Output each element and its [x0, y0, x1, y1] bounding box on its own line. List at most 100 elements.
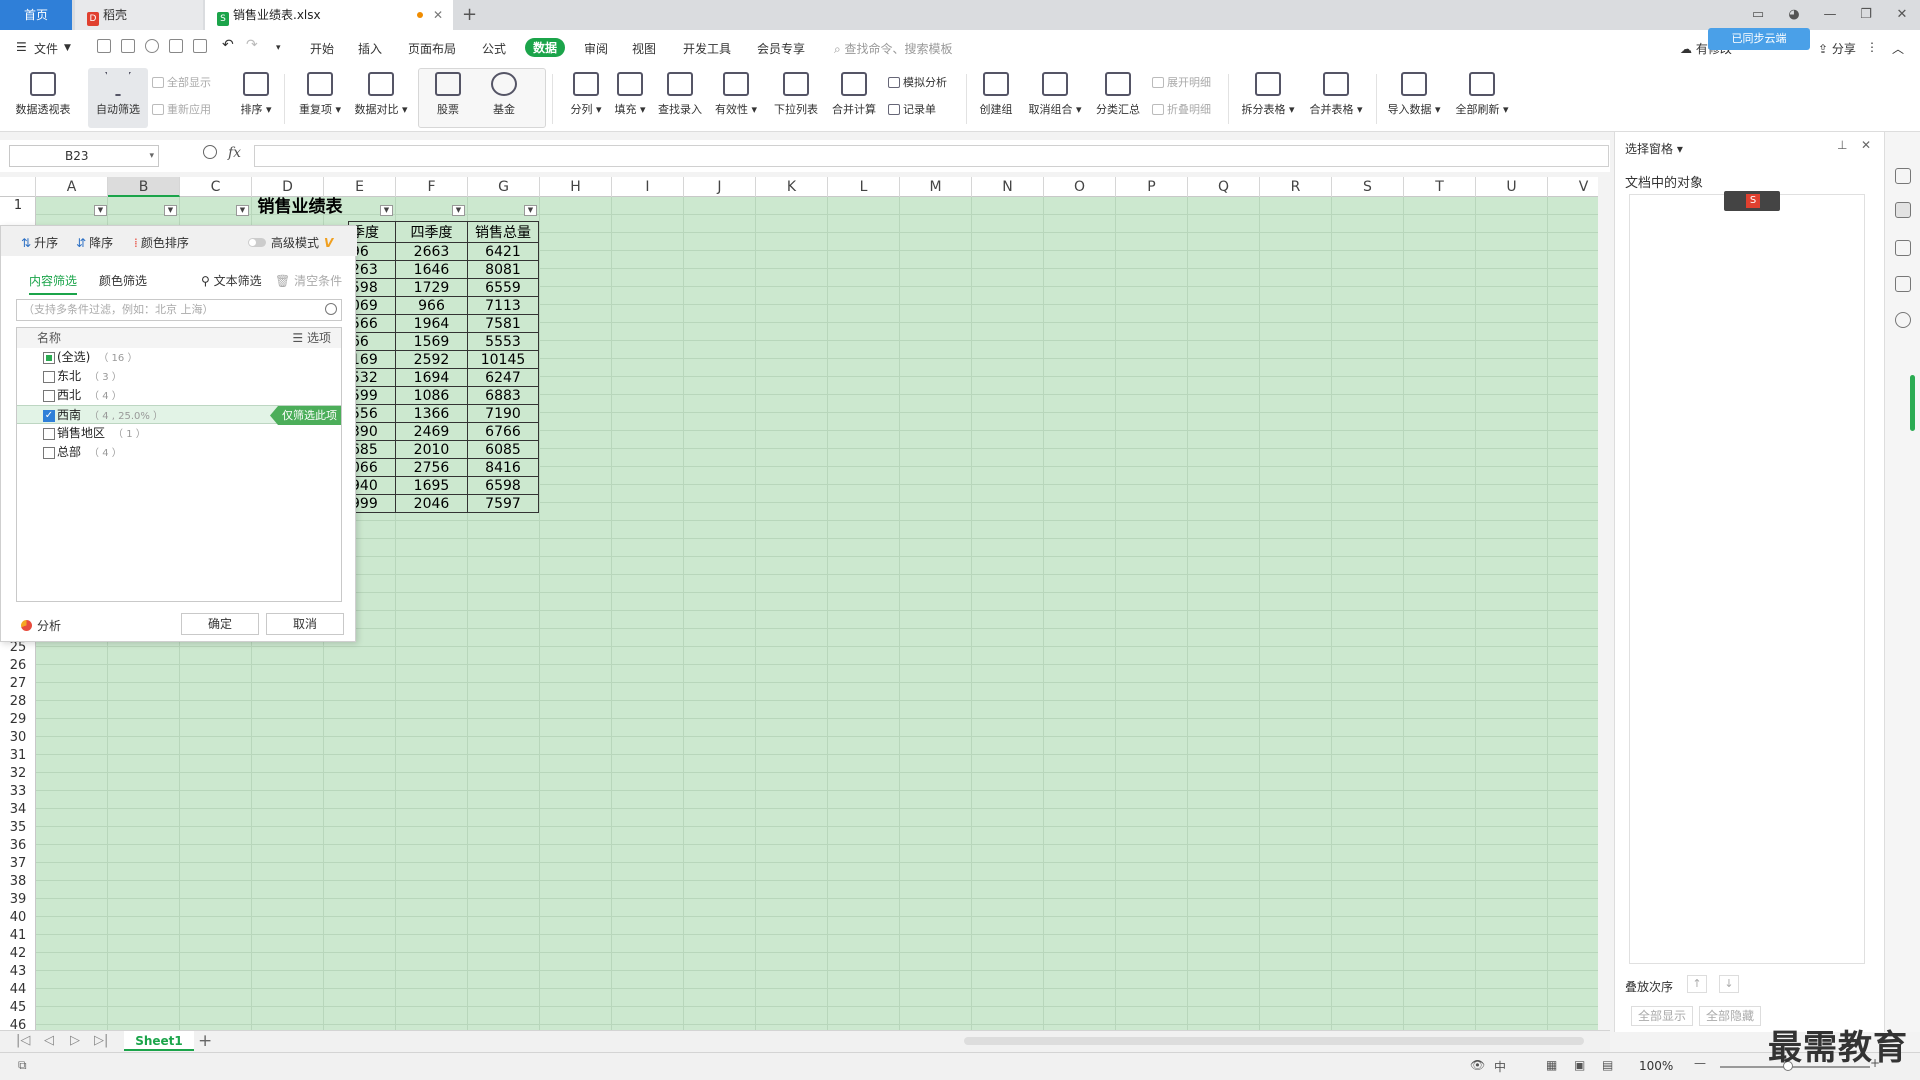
name-box[interactable]: B23 ▾: [9, 145, 159, 167]
redo-icon[interactable]: ↷: [246, 37, 258, 53]
row-header[interactable]: 40: [0, 909, 36, 927]
menu-insert[interactable]: 插入: [358, 40, 382, 57]
collapse-ribbon-icon[interactable]: ︿: [1892, 40, 1904, 57]
new-tab-button[interactable]: +: [462, 0, 477, 30]
header-cell-q4[interactable]: 四季度: [395, 221, 468, 243]
first-sheet-icon[interactable]: |◁: [16, 1033, 30, 1048]
hide-all-objects-button[interactable]: 全部隐藏: [1699, 1006, 1761, 1026]
column-header[interactable]: U: [1476, 177, 1548, 197]
tab-file[interactable]: S 销售业绩表.xlsx ✕: [205, 0, 453, 30]
table-cell[interactable]: 2469: [395, 422, 468, 441]
row-header[interactable]: 46: [0, 1017, 36, 1030]
record-form-button[interactable]: 记录单: [888, 101, 936, 117]
selection-pane-title[interactable]: 选择窗格 ▾: [1625, 140, 1683, 157]
row-header[interactable]: 36: [0, 837, 36, 855]
column-header[interactable]: A: [36, 177, 108, 197]
filter-search-input[interactable]: （支持多条件过滤，例如：北京 上海）: [16, 299, 342, 321]
print-icon[interactable]: [169, 39, 183, 53]
filter-list-item[interactable]: (全选) （ 16 ）: [17, 348, 341, 367]
table-cell[interactable]: 8081: [467, 260, 539, 279]
validity-button[interactable]: 有效性 ▾: [706, 68, 766, 128]
menu-view[interactable]: 视图: [632, 40, 656, 57]
tab-home[interactable]: 首页: [0, 0, 72, 30]
column-header[interactable]: C: [180, 177, 252, 197]
show-all-objects-button[interactable]: 全部显示: [1631, 1006, 1693, 1026]
filter-dropdown-icon[interactable]: ▼: [380, 205, 393, 216]
lookup-entry-button[interactable]: 查找录入: [650, 68, 710, 128]
column-header[interactable]: R: [1260, 177, 1332, 197]
column-header[interactable]: K: [756, 177, 828, 197]
zoom-out-icon[interactable]: —: [1694, 1056, 1706, 1070]
menu-data[interactable]: 数据: [525, 38, 566, 57]
search-icon[interactable]: [325, 303, 337, 315]
column-header[interactable]: E: [324, 177, 396, 197]
row-header[interactable]: 45: [0, 999, 36, 1017]
table-cell[interactable]: 8416: [467, 458, 539, 477]
table-cell[interactable]: 1646: [395, 260, 468, 279]
table-cell[interactable]: 2663: [395, 242, 468, 261]
close-window-icon[interactable]: ✕: [1884, 0, 1920, 30]
menu-start[interactable]: 开始: [310, 40, 334, 57]
customize-qa-icon[interactable]: ▾: [276, 43, 281, 53]
row-header[interactable]: 1: [0, 197, 36, 215]
table-cell[interactable]: 7113: [467, 296, 539, 315]
input-method-icon[interactable]: 中: [1494, 1058, 1506, 1075]
color-sort-button[interactable]: ⁞ 颜色排序: [134, 234, 189, 251]
filter-list-item[interactable]: ✓ 西南 （ 4 , 25.0% ） 仅筛选此项: [17, 405, 341, 425]
checkbox[interactable]: [43, 428, 55, 440]
table-cell[interactable]: 966: [395, 296, 468, 315]
checkbox[interactable]: [43, 371, 55, 383]
row-header[interactable]: 35: [0, 819, 36, 837]
minimize-icon[interactable]: —: [1812, 0, 1848, 30]
table-cell[interactable]: 2592: [395, 350, 468, 369]
menu-review[interactable]: 审阅: [584, 40, 608, 57]
tab-draft[interactable]: D 稻壳: [75, 0, 203, 30]
table-cell[interactable]: 7597: [467, 494, 539, 513]
analyze-button[interactable]: 分析: [21, 617, 61, 634]
format-painter-icon[interactable]: [145, 39, 159, 53]
fund-button[interactable]: 基金: [474, 68, 534, 128]
table-cell[interactable]: 6085: [467, 440, 539, 459]
row-header[interactable]: 27: [0, 675, 36, 693]
filter-dropdown-icon[interactable]: ▼: [94, 205, 107, 216]
sheet-tab-sheet1[interactable]: Sheet1: [124, 1031, 194, 1051]
settings-sliders-icon[interactable]: [1895, 240, 1911, 256]
import-data-button[interactable]: 导入数据 ▾: [1382, 68, 1446, 128]
eye-protection-icon[interactable]: 👁: [1470, 1058, 1485, 1072]
sheet-title-cell[interactable]: 销售业绩表: [240, 197, 360, 217]
page-break-view-icon[interactable]: ▤: [1602, 1058, 1613, 1072]
row-header[interactable]: 32: [0, 765, 36, 783]
table-cell[interactable]: 2010: [395, 440, 468, 459]
duplicates-button[interactable]: 重复项 ▾: [290, 68, 350, 128]
table-cell[interactable]: 1694: [395, 368, 468, 387]
options-button[interactable]: ☰ 选项: [292, 328, 331, 348]
horizontal-scrollbar[interactable]: [964, 1037, 1584, 1045]
column-header[interactable]: Q: [1188, 177, 1260, 197]
row-header[interactable]: 33: [0, 783, 36, 801]
column-header[interactable]: S: [1332, 177, 1404, 197]
format-icon[interactable]: [1895, 276, 1911, 292]
row-header[interactable]: 43: [0, 963, 36, 981]
row-header[interactable]: 39: [0, 891, 36, 909]
ok-button[interactable]: 确定: [181, 613, 259, 635]
consolidate-button[interactable]: 合并计算: [824, 68, 884, 128]
table-cell[interactable]: 6883: [467, 386, 539, 405]
row-header[interactable]: 37: [0, 855, 36, 873]
pin-icon[interactable]: ⊥: [1837, 138, 1847, 152]
text-filter-button[interactable]: ⚲ 文本筛选: [201, 272, 262, 289]
column-header[interactable]: D: [252, 177, 324, 197]
table-cell[interactable]: 5553: [467, 332, 539, 351]
sync-badge[interactable]: 已同步云端: [1708, 28, 1810, 50]
show-all-button[interactable]: 全部显示: [152, 74, 211, 90]
row-header[interactable]: 28: [0, 693, 36, 711]
column-header[interactable]: P: [1116, 177, 1188, 197]
merge-table-button[interactable]: 合并表格 ▾: [1304, 68, 1368, 128]
next-sheet-icon[interactable]: ▷: [70, 1033, 80, 1048]
menu-page-layout[interactable]: 页面布局: [408, 40, 456, 57]
reapply-button[interactable]: 重新应用: [152, 101, 211, 117]
column-header[interactable]: L: [828, 177, 900, 197]
menu-file[interactable]: 文件: [34, 40, 58, 57]
collapse-detail-button[interactable]: 折叠明细: [1152, 101, 1211, 117]
avatar[interactable]: ◕: [1776, 0, 1812, 30]
subtotal-button[interactable]: 分类汇总: [1088, 68, 1148, 128]
